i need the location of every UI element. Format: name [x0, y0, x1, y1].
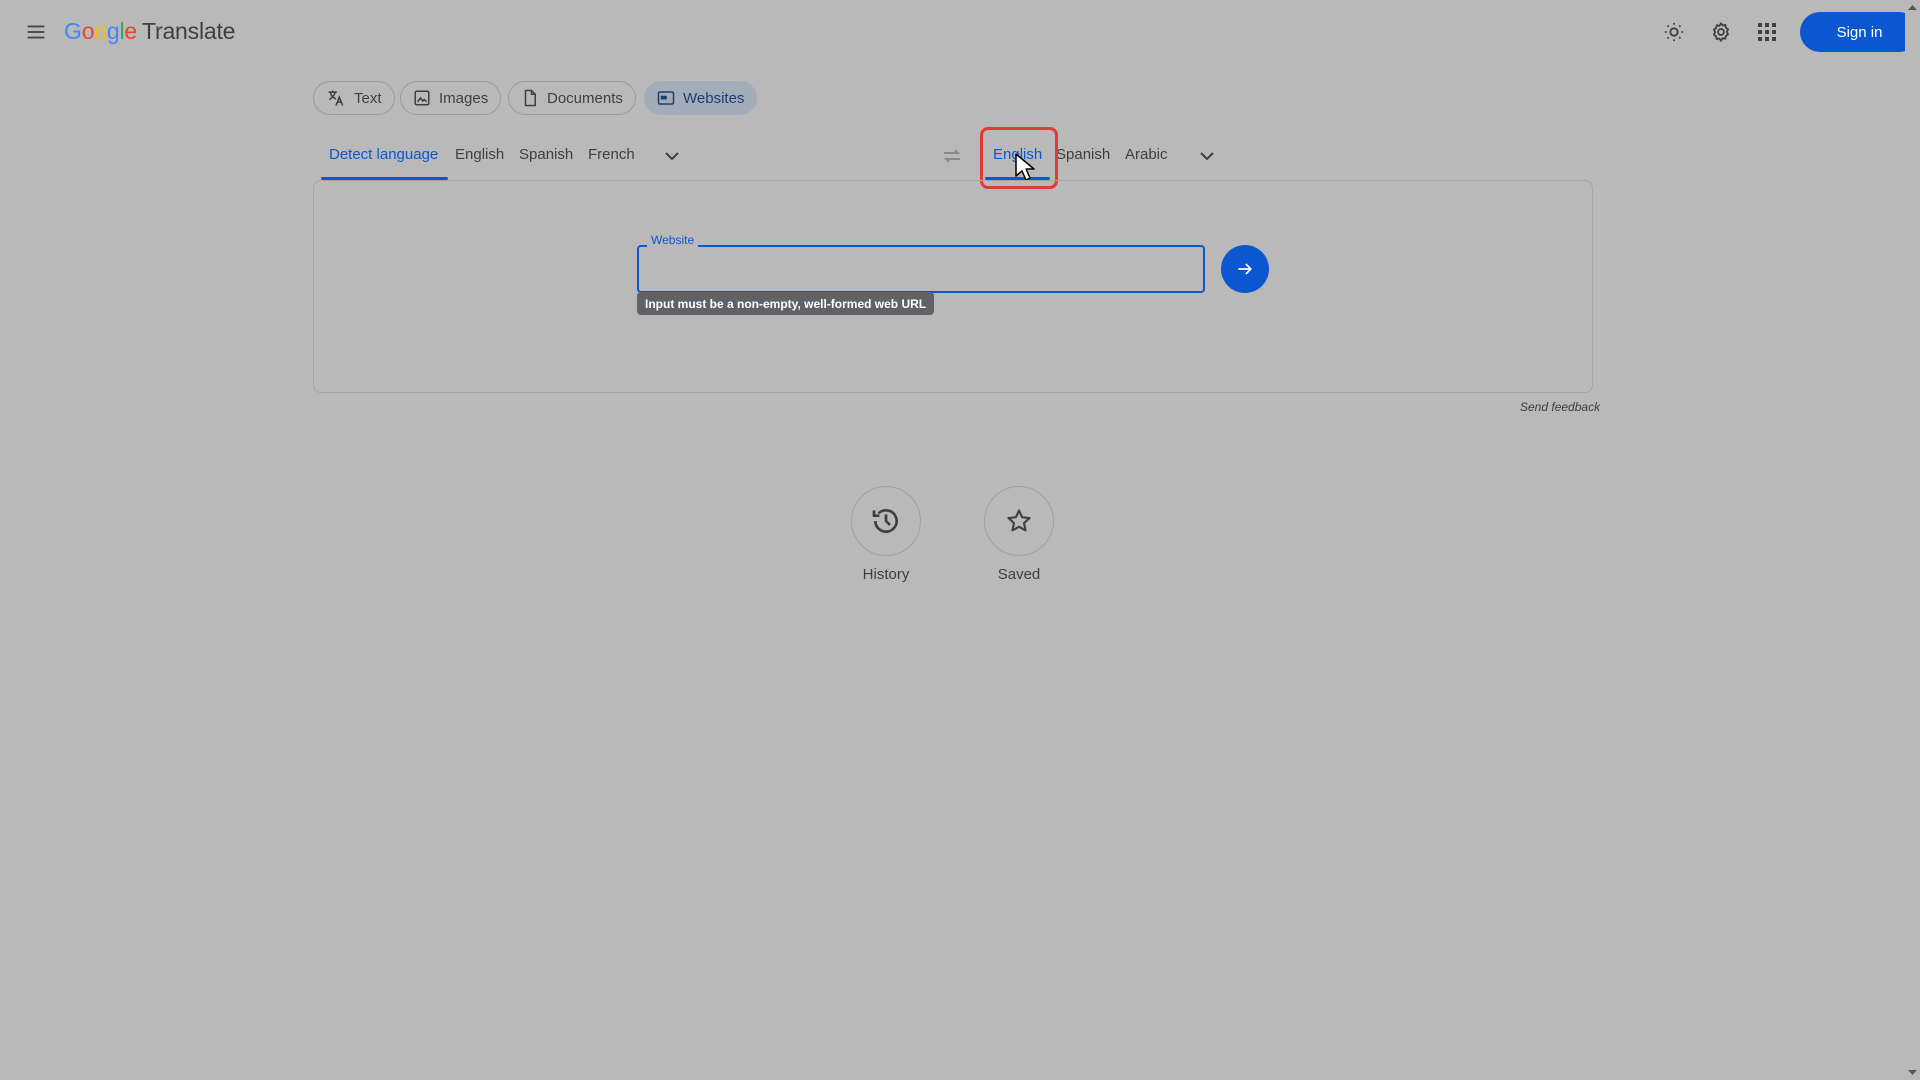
- saved-button[interactable]: [984, 486, 1054, 556]
- star-icon: [1007, 509, 1031, 532]
- saved-label: Saved: [997, 566, 1041, 583]
- website-field-label: Website: [647, 233, 699, 247]
- tab-text-label: Text: [354, 89, 382, 107]
- page-scrollbar[interactable]: [1905, 0, 1920, 1080]
- logo-letter: o: [81, 18, 95, 44]
- chevron-down-icon: [665, 152, 679, 161]
- history-button[interactable]: [851, 486, 921, 556]
- scroll-down-icon: [1908, 1070, 1917, 1075]
- tab-websites[interactable]: Websites: [644, 81, 758, 115]
- translate-website-button[interactable]: [1221, 245, 1269, 293]
- translate-icon: [328, 90, 344, 106]
- tab-documents[interactable]: Documents: [508, 81, 636, 115]
- main-menu-button[interactable]: [18, 16, 54, 48]
- image-icon: [414, 90, 430, 106]
- theme-toggle-button[interactable]: [1656, 16, 1692, 48]
- settings-button[interactable]: [1703, 16, 1739, 48]
- menu-icon: [27, 25, 45, 39]
- history-label: History: [862, 566, 910, 583]
- settings-icon: [1713, 22, 1729, 42]
- target-lang-arabic[interactable]: Arabic: [1125, 146, 1168, 163]
- chevron-down-icon: [1200, 152, 1214, 161]
- source-lang-french[interactable]: French: [588, 146, 635, 163]
- logo-letter: o: [94, 18, 107, 44]
- scroll-up-icon: [1908, 5, 1917, 10]
- document-icon: [524, 89, 536, 107]
- send-feedback-link[interactable]: Send feedback: [1520, 400, 1600, 414]
- swap-icon: [943, 149, 961, 163]
- theme-icon: [1664, 22, 1684, 42]
- swap-languages-button[interactable]: [940, 144, 964, 173]
- website-icon: [657, 91, 675, 105]
- tab-images[interactable]: Images: [400, 81, 502, 115]
- tab-websites-label: Websites: [683, 89, 745, 107]
- cursor-icon: [1015, 153, 1035, 181]
- arrow-right-icon: [1238, 263, 1253, 275]
- tab-images-label: Images: [439, 89, 489, 107]
- tab-text[interactable]: Text: [313, 81, 395, 115]
- logo-letter: g: [106, 18, 120, 44]
- logo-letter: G: [64, 18, 82, 44]
- google-translate-logo[interactable]: Google Translate: [64, 18, 235, 45]
- target-lang-spanish[interactable]: Spanish: [1056, 146, 1110, 163]
- apps-icon: [1758, 23, 1776, 41]
- source-lang-detect[interactable]: Detect language: [329, 146, 438, 163]
- logo-letter: e: [124, 18, 137, 44]
- source-lang-more-button[interactable]: [660, 144, 684, 173]
- source-lang-spanish[interactable]: Spanish: [519, 146, 573, 163]
- sign-in-button[interactable]: Sign in: [1800, 12, 1919, 52]
- tab-documents-label: Documents: [547, 89, 623, 107]
- source-lang-english[interactable]: English: [455, 146, 504, 163]
- website-url-input[interactable]: [637, 245, 1205, 293]
- apps-button[interactable]: [1749, 16, 1785, 48]
- logo-translate-text: Translate: [142, 18, 236, 44]
- url-error-tooltip: Input must be a non-empty, well-formed w…: [637, 292, 935, 315]
- target-lang-more-button[interactable]: [1195, 144, 1219, 173]
- history-icon: [872, 509, 898, 533]
